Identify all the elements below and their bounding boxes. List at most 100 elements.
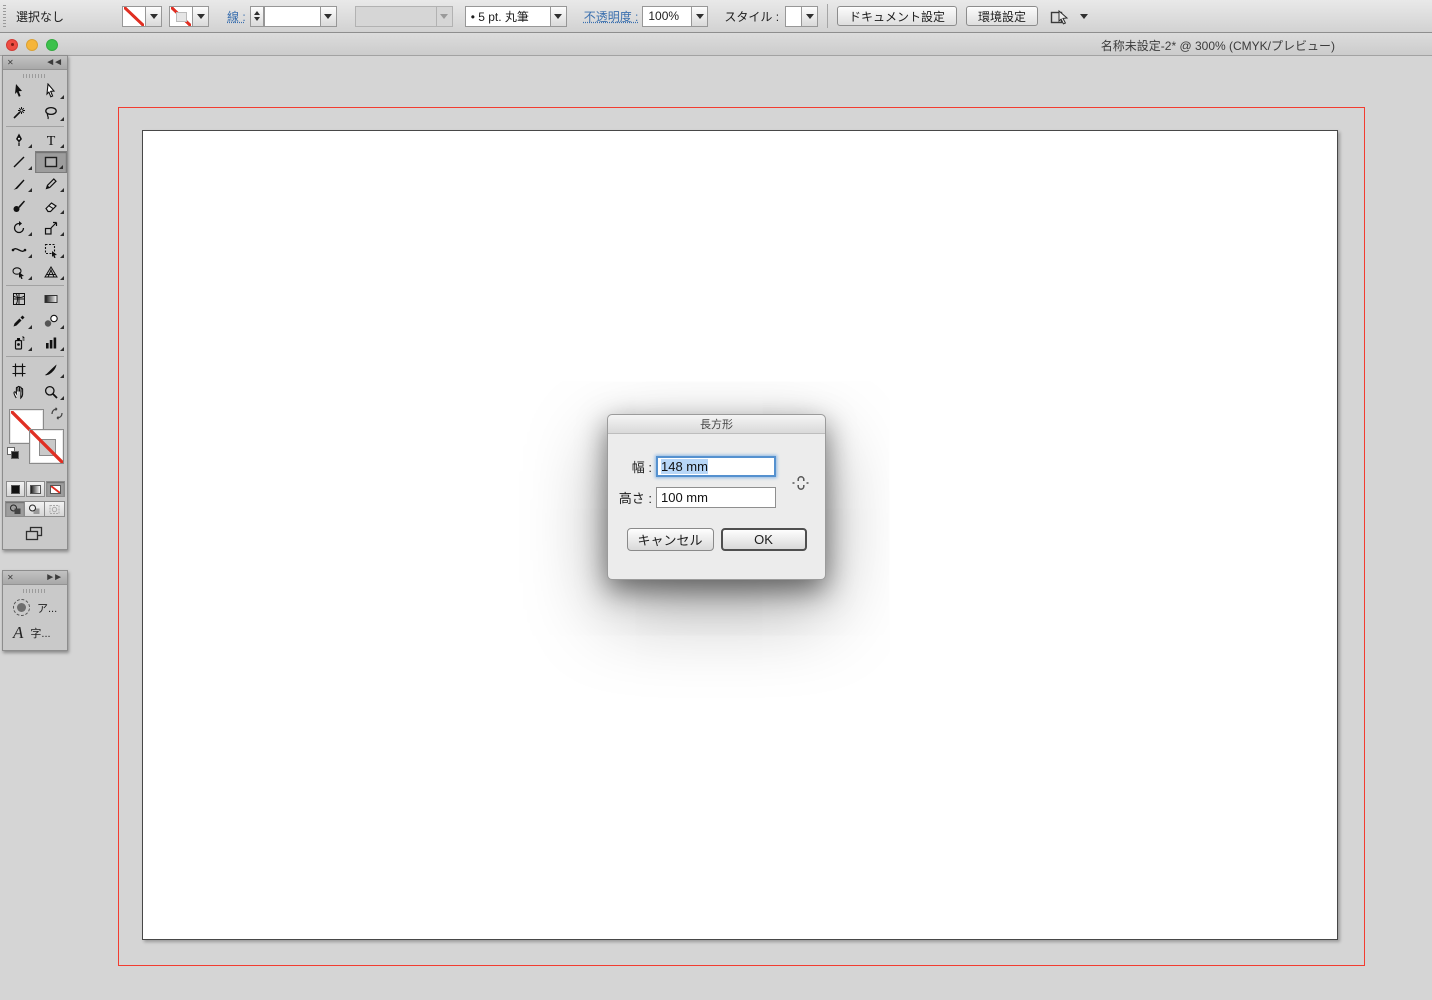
dock-close-icon[interactable]: ✕ [7, 573, 14, 582]
stroke-weight-combo[interactable] [264, 6, 337, 27]
tools-panel-grip[interactable] [23, 74, 47, 78]
line-segment-icon [11, 154, 27, 170]
swap-fill-stroke-icon[interactable] [50, 407, 64, 420]
tool-zoom[interactable] [35, 381, 67, 403]
draw-normal-button[interactable] [5, 501, 25, 517]
perspective-grid-icon [43, 264, 59, 280]
dock-expand-icon[interactable]: ►► [45, 572, 63, 583]
stroke-dropdown-button[interactable] [192, 7, 208, 26]
dock-grip[interactable] [23, 589, 47, 593]
toolbar-separator [827, 4, 828, 28]
minimize-window-button[interactable] [26, 39, 38, 51]
stroke-link[interactable]: 線 : [227, 8, 246, 25]
height-label: 高さ : [608, 488, 656, 507]
graph-icon [43, 335, 59, 351]
tool-mesh[interactable] [3, 288, 35, 310]
tool-direct-selection[interactable] [35, 80, 67, 102]
tool-artboard[interactable] [3, 359, 35, 381]
tool-scale[interactable] [35, 217, 67, 239]
opacity-dropdown[interactable] [691, 7, 707, 26]
shape-builder-icon [11, 264, 27, 280]
panel-item-glyphs[interactable]: A 字... [3, 620, 67, 645]
scale-icon [43, 220, 59, 236]
blend-icon [43, 313, 59, 329]
tool-slice[interactable] [35, 359, 67, 381]
tools-panel-close-icon[interactable]: ✕ [7, 58, 14, 67]
tool-magic-wand[interactable] [3, 102, 35, 124]
tool-shape-builder[interactable] [3, 261, 35, 283]
opacity-combo[interactable]: 100% [642, 6, 708, 27]
ok-button[interactable]: OK [721, 528, 807, 551]
style-combo[interactable] [785, 6, 818, 27]
tool-graph[interactable] [35, 332, 67, 354]
cancel-button[interactable]: キャンセル [627, 528, 714, 551]
screen-mode-control[interactable] [3, 525, 67, 542]
tool-perspective-grid[interactable] [35, 261, 67, 283]
draw-behind-button[interactable] [25, 501, 45, 517]
stroke-color-control[interactable] [169, 6, 209, 27]
window-titlebar[interactable]: 名称未設定-2* @ 300% (CMYK/プレビュー) [0, 33, 1432, 56]
gradient-button[interactable] [26, 481, 45, 497]
document-setup-button[interactable]: ドキュメント設定 [837, 6, 957, 26]
align-to-artboard-control[interactable] [1050, 8, 1088, 25]
none-button[interactable] [46, 481, 65, 497]
fill-color-control[interactable] [122, 6, 162, 27]
tool-paintbrush[interactable] [3, 173, 35, 195]
tool-gradient[interactable] [35, 288, 67, 310]
height-input[interactable]: 100 mm [656, 487, 776, 508]
close-window-button[interactable] [6, 39, 18, 51]
fill-stroke-controls [3, 407, 67, 479]
stroke-weight-stepper[interactable] [250, 6, 264, 27]
panel-item-appearance[interactable]: ア... [3, 595, 67, 620]
tool-hand[interactable] [3, 381, 35, 403]
glyphs-icon: A [13, 624, 23, 641]
panel-grip[interactable] [3, 5, 10, 27]
height-value: 100 mm [661, 490, 708, 505]
appearance-buttons [3, 481, 67, 497]
color-button[interactable] [6, 481, 25, 497]
tool-lasso[interactable] [35, 102, 67, 124]
style-label: スタイル : [724, 8, 779, 25]
preferences-button[interactable]: 環境設定 [966, 6, 1038, 26]
broken-chain-icon[interactable] [791, 474, 811, 492]
none-stroke-swatch [171, 7, 191, 26]
style-dropdown[interactable] [801, 7, 817, 26]
stroke-swatch-none[interactable] [29, 429, 64, 464]
brush-dropdown[interactable] [550, 7, 566, 26]
dock-header[interactable]: ✕ ►► [3, 571, 67, 585]
tools-panel-collapse-icon[interactable]: ◄◄ [45, 57, 63, 68]
width-tool-icon [11, 242, 27, 258]
direct-selection-arrow-icon [43, 83, 59, 99]
tool-eraser[interactable] [35, 195, 67, 217]
tools-separator [6, 285, 64, 286]
brush-combo[interactable]: • 5 pt. 丸筆 [465, 6, 567, 27]
tool-type[interactable]: T [35, 129, 67, 151]
fill-dropdown-button[interactable] [145, 7, 161, 26]
magic-wand-icon [11, 105, 27, 121]
opacity-link[interactable]: 不透明度 : [584, 8, 639, 25]
tools-separator [6, 126, 64, 127]
tool-pen[interactable] [3, 129, 35, 151]
tool-eyedropper[interactable] [3, 310, 35, 332]
width-input[interactable]: 148 mm [656, 456, 776, 477]
tool-rotate[interactable] [3, 217, 35, 239]
stroke-weight-dropdown[interactable] [320, 7, 336, 26]
tool-rectangle[interactable] [35, 151, 67, 173]
tool-line-segment[interactable] [3, 151, 35, 173]
tool-selection[interactable] [3, 80, 35, 102]
tools-panel-header[interactable]: ✕ ◄◄ [3, 56, 67, 70]
tool-blob-brush[interactable] [3, 195, 35, 217]
tool-symbol-sprayer[interactable] [3, 332, 35, 354]
tool-blend[interactable] [35, 310, 67, 332]
tool-free-transform[interactable] [35, 239, 67, 261]
dialog-title[interactable]: 長方形 [608, 415, 825, 434]
align-dropdown-arrow[interactable] [1080, 14, 1088, 23]
tool-pencil[interactable] [35, 173, 67, 195]
zoom-window-button[interactable] [46, 39, 58, 51]
pencil-icon [43, 176, 59, 192]
default-fill-stroke-icon[interactable] [7, 447, 20, 459]
tool-width[interactable] [3, 239, 35, 261]
eyedropper-icon [11, 313, 27, 329]
screen-mode-icon [24, 525, 46, 542]
blob-brush-icon [11, 198, 27, 214]
